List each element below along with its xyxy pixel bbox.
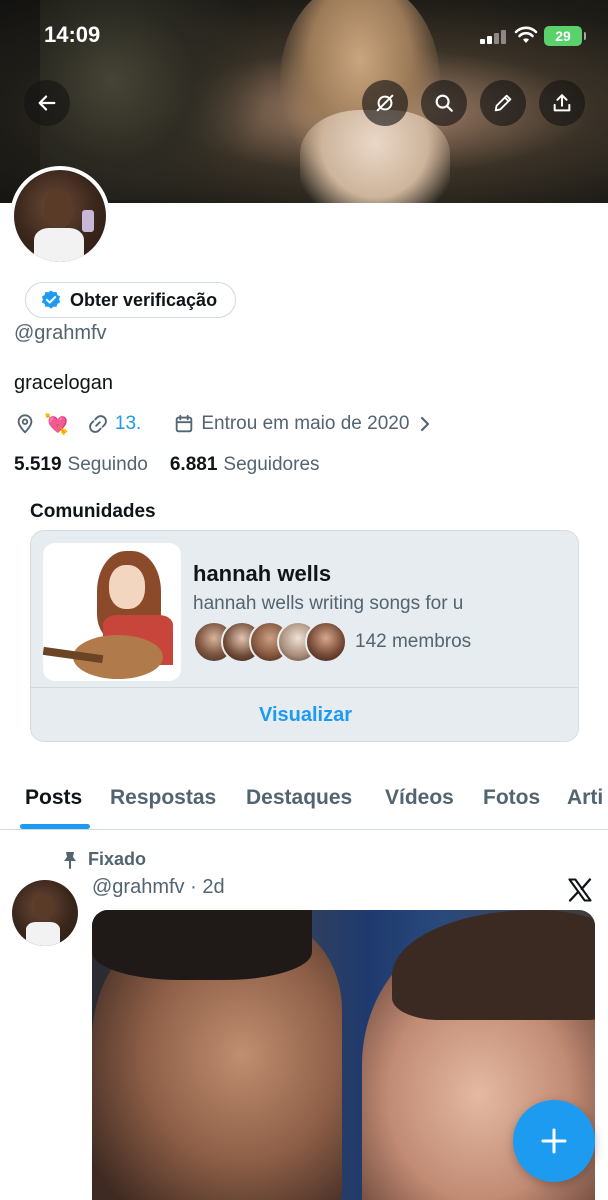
search-button[interactable] xyxy=(421,80,467,126)
search-icon xyxy=(435,94,453,112)
tab-photos[interactable]: Fotos xyxy=(483,786,540,810)
profile-meta-row: 💘 13. Entrou em maio de 2020 xyxy=(14,410,433,438)
post-author-handle[interactable]: @grahmfv xyxy=(92,876,185,898)
edit-button[interactable] xyxy=(480,80,526,126)
active-tab-indicator xyxy=(20,824,90,829)
wifi-icon xyxy=(514,26,538,43)
followers-count[interactable]: 6.881 xyxy=(170,454,218,476)
calendar-icon xyxy=(173,413,195,435)
pinned-label: Fixado xyxy=(88,849,147,869)
link-icon xyxy=(87,413,109,435)
tab-videos[interactable]: Vídeos xyxy=(385,786,454,810)
community-member-avatars xyxy=(193,621,347,663)
x-logo-icon[interactable] xyxy=(566,876,594,904)
location-icon xyxy=(14,413,36,435)
tab-posts[interactable]: Posts xyxy=(25,786,82,810)
no-sync-button[interactable] xyxy=(362,80,408,126)
plus-icon xyxy=(541,1128,567,1154)
tab-highlights[interactable]: Destaques xyxy=(246,786,352,810)
pinned-indicator: Fixado xyxy=(62,849,146,870)
back-arrow-icon xyxy=(38,95,56,111)
profile-avatar[interactable] xyxy=(10,166,110,266)
back-button[interactable] xyxy=(24,80,70,126)
status-time: 14:09 xyxy=(44,22,101,47)
following-count[interactable]: 5.519 xyxy=(14,454,62,476)
post-header: @grahmfv · 2d xyxy=(92,876,225,899)
joined-date[interactable]: Entrou em maio de 2020 xyxy=(201,413,409,435)
share-icon xyxy=(553,94,571,112)
following-label[interactable]: Seguindo xyxy=(68,454,148,476)
follow-stats: 5.519 Seguindo 6.881 Seguidores xyxy=(14,454,320,476)
community-name[interactable]: hannah wells xyxy=(193,561,331,587)
no-sync-icon xyxy=(376,94,394,112)
get-verified-label: Obter verificação xyxy=(70,289,218,310)
get-verified-button[interactable]: Obter verificação xyxy=(25,282,237,318)
tab-replies[interactable]: Respostas xyxy=(110,786,216,810)
battery-indicator: 29 xyxy=(544,26,586,46)
tab-articles[interactable]: Arti xyxy=(567,786,603,810)
community-view-button[interactable]: Visualizar xyxy=(31,688,578,741)
share-button[interactable] xyxy=(539,80,585,126)
edit-pencil-icon xyxy=(494,94,512,112)
post-author-avatar[interactable] xyxy=(12,880,78,946)
profile-tabs: Posts Respostas Destaques Vídeos Fotos A… xyxy=(0,768,608,830)
profile-handle: @grahmfv xyxy=(14,322,107,344)
community-thumbnail xyxy=(43,543,181,681)
chevron-right-icon[interactable] xyxy=(417,415,433,433)
compose-button[interactable] xyxy=(513,1100,595,1182)
member-avatar xyxy=(305,621,347,663)
pin-icon xyxy=(64,851,76,869)
profile-bio: gracelogan xyxy=(14,372,113,394)
status-bar: 14:09 29 xyxy=(0,0,608,70)
community-description: hannah wells writing songs for u xyxy=(193,593,464,614)
verified-badge-icon xyxy=(41,290,61,309)
post-time[interactable]: 2d xyxy=(202,876,224,898)
community-card[interactable]: hannah wells hannah wells writing songs … xyxy=(30,530,579,742)
followers-label[interactable]: Seguidores xyxy=(223,454,319,476)
communities-title: Comunidades xyxy=(30,501,156,522)
community-members-count: 142 membros xyxy=(355,631,472,652)
signal-icon xyxy=(480,30,508,44)
profile-link[interactable]: 13. xyxy=(115,413,141,435)
post-dot: · xyxy=(184,876,203,898)
location-emoji: 💘 xyxy=(44,413,69,436)
